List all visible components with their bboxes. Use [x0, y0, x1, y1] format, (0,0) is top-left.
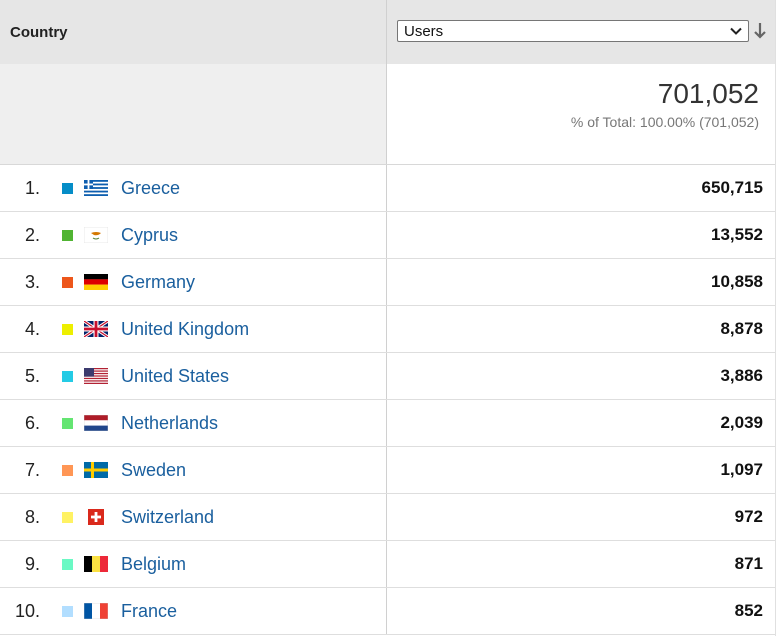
cyprus-flag-icon [84, 227, 108, 243]
table-row: 7. Sweden 1,097 [0, 447, 775, 494]
country-link[interactable]: Germany [121, 272, 195, 293]
series-color-swatch [62, 276, 73, 288]
table-row: 9. Belgium 871 [0, 541, 775, 588]
dimension-cell: 10. France [0, 588, 386, 634]
users-value: 1,097 [720, 460, 763, 479]
total-metric-cell: 701,052 % of Total: 100.00% (701,052) [386, 64, 775, 164]
row-rank: 8. [24, 506, 40, 527]
country-link[interactable]: Netherlands [121, 413, 218, 434]
dimension-cell: 4. United Kingdom [0, 306, 386, 352]
series-color-swatch [62, 370, 73, 382]
metric-cell: 852 [386, 588, 775, 634]
series-color-swatch [62, 229, 73, 241]
series-color-swatch [62, 605, 73, 617]
country-users-table: Country Users 701,052 % of Total: 100.00… [0, 0, 776, 636]
users-value: 13,552 [711, 225, 763, 244]
row-rank: 10. [14, 600, 40, 621]
metric-cell: 1,097 [386, 447, 775, 493]
germany-flag-icon [84, 274, 108, 290]
table-row: 10. France 852 [0, 588, 775, 635]
total-dimension-cell [0, 64, 386, 164]
dimension-cell: 9. Belgium [0, 541, 386, 587]
united-kingdom-flag-icon [84, 321, 108, 337]
table-header: Country Users [0, 0, 775, 64]
sort-descending-icon[interactable] [753, 22, 767, 40]
country-link[interactable]: France [121, 601, 177, 622]
country-link[interactable]: United Kingdom [121, 319, 249, 340]
netherlands-flag-icon [84, 415, 108, 431]
metric-selector-value: Users [404, 22, 444, 40]
users-value: 8,878 [720, 319, 763, 338]
series-color-swatch [62, 182, 73, 194]
table-row: 6. Netherlands 2,039 [0, 400, 775, 447]
greece-flag-icon [84, 180, 108, 196]
dimension-cell: 3. Germany [0, 259, 386, 305]
metric-selector[interactable]: Users [397, 20, 749, 42]
series-color-swatch [62, 323, 73, 335]
series-color-swatch [62, 511, 73, 523]
row-rank: 4. [24, 318, 40, 339]
users-value: 3,886 [720, 366, 763, 385]
total-value: 701,052 [657, 78, 759, 109]
row-rank: 1. [24, 177, 40, 198]
metric-cell: 3,886 [386, 353, 775, 399]
metric-cell: 2,039 [386, 400, 775, 446]
table-row: 1. Greece 650,715 [0, 165, 775, 212]
metric-cell: 10,858 [386, 259, 775, 305]
users-value: 2,039 [720, 413, 763, 432]
belgium-flag-icon [84, 556, 108, 572]
users-value: 871 [734, 554, 763, 573]
row-rank: 6. [24, 412, 40, 433]
users-value: 852 [734, 601, 763, 620]
row-rank: 5. [24, 365, 40, 386]
dimension-cell: 6. Netherlands [0, 400, 386, 446]
dimension-cell: 2. Cyprus [0, 212, 386, 258]
country-link[interactable]: Switzerland [121, 507, 214, 528]
users-value: 650,715 [701, 178, 763, 197]
dimension-cell: 8. Switzerland [0, 494, 386, 540]
table-row: 8. Switzerland 972 [0, 494, 775, 541]
chevron-down-icon [730, 27, 742, 35]
row-rank: 3. [24, 271, 40, 292]
table-body: 1. Greece 650,715 2. Cyprus 13,552 3. Germany 10… [0, 165, 775, 635]
series-color-swatch [62, 558, 73, 570]
total-percentage: % of Total: 100.00% (701,052) [570, 114, 759, 130]
country-link[interactable]: Belgium [121, 554, 186, 575]
dimension-cell: 1. Greece [0, 165, 386, 211]
table-row: 5. United States 3,886 [0, 353, 775, 400]
country-link[interactable]: United States [121, 366, 229, 387]
row-rank: 2. [24, 224, 40, 245]
table-row: 4. United Kingdom 8,878 [0, 306, 775, 353]
series-color-swatch [62, 417, 73, 429]
sweden-flag-icon [84, 462, 108, 478]
united-states-flag-icon [84, 368, 108, 384]
users-value: 972 [734, 507, 763, 526]
table-row: 2. Cyprus 13,552 [0, 212, 775, 259]
country-link[interactable]: Cyprus [121, 225, 178, 246]
country-link[interactable]: Greece [121, 178, 180, 199]
switzerland-flag-icon [88, 509, 104, 525]
series-color-swatch [62, 464, 73, 476]
users-value: 10,858 [711, 272, 763, 291]
france-flag-icon [84, 603, 108, 619]
country-link[interactable]: Sweden [121, 460, 186, 481]
dimension-cell: 5. United States [0, 353, 386, 399]
metric-header: Users [386, 0, 775, 64]
total-row: 701,052 % of Total: 100.00% (701,052) [0, 64, 775, 165]
row-rank: 7. [24, 459, 40, 480]
metric-cell: 972 [386, 494, 775, 540]
metric-cell: 8,878 [386, 306, 775, 352]
metric-cell: 650,715 [386, 165, 775, 211]
metric-cell: 871 [386, 541, 775, 587]
row-rank: 9. [24, 553, 40, 574]
metric-cell: 13,552 [386, 212, 775, 258]
dimension-header[interactable]: Country [0, 0, 386, 64]
table-row: 3. Germany 10,858 [0, 259, 775, 306]
dimension-cell: 7. Sweden [0, 447, 386, 493]
